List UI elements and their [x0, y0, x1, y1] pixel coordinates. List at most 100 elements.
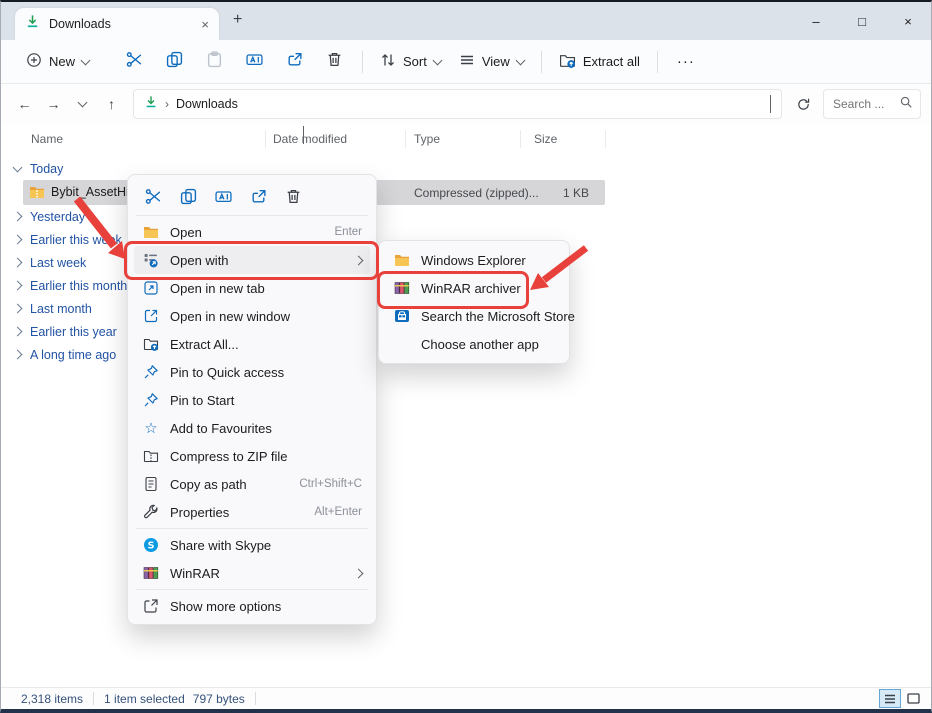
- column-header-size[interactable]: Size: [534, 132, 557, 146]
- menu-item-properties[interactable]: Properties Alt+Enter: [134, 498, 370, 526]
- column-header-type[interactable]: Type: [414, 132, 440, 146]
- menu-item-winrar[interactable]: WinRAR: [134, 559, 370, 587]
- breadcrumb[interactable]: Downloads: [176, 97, 238, 111]
- winrar-icon: [393, 280, 411, 296]
- refresh-button[interactable]: [790, 91, 817, 118]
- folder-icon: [142, 224, 160, 240]
- menu-item-share-with-skype[interactable]: S Share with Skype: [134, 531, 370, 559]
- menu-shortcut: Ctrl+Shift+C: [299, 478, 362, 490]
- share-button[interactable]: [241, 181, 276, 211]
- open-new-window-icon: [142, 308, 160, 324]
- status-bar: 2,318 items 1 item selected 797 bytes: [1, 687, 931, 709]
- chevron-collapsed-icon: [13, 304, 23, 314]
- menu-item-pin-to-start[interactable]: Pin to Start: [134, 386, 370, 414]
- menu-item-pin-to-quick-access[interactable]: Pin to Quick access: [134, 358, 370, 386]
- command-toolbar: New Sort View: [1, 40, 931, 84]
- up-button[interactable]: ↑: [98, 91, 125, 118]
- copy-as-path-icon: [142, 476, 160, 492]
- menu-item-compress-to-zip[interactable]: Compress to ZIP file: [134, 442, 370, 470]
- new-tab-button[interactable]: +: [233, 11, 242, 29]
- delete-button[interactable]: [276, 181, 311, 211]
- share-icon: [286, 51, 303, 73]
- rename-button[interactable]: [234, 45, 274, 79]
- rename-button[interactable]: [206, 181, 241, 211]
- paste-icon: [206, 51, 223, 73]
- download-icon: [144, 95, 158, 114]
- group-label: Earlier this week: [30, 233, 122, 247]
- forward-button[interactable]: →: [40, 91, 67, 118]
- recent-locations-button[interactable]: [69, 91, 96, 118]
- view-button[interactable]: View: [450, 45, 533, 79]
- file-size: 1 KB: [511, 186, 589, 200]
- view-lines-icon: [459, 52, 475, 71]
- large-icons-view-toggle[interactable]: [903, 690, 923, 707]
- submenu-item-search-microsoft-store[interactable]: Search the Microsoft Store: [385, 302, 563, 330]
- menu-item-add-to-favourites[interactable]: ☆ Add to Favourites: [134, 414, 370, 442]
- quick-actions-row: [132, 179, 372, 213]
- menu-item-label: Pin to Start: [170, 393, 362, 408]
- sort-button[interactable]: Sort: [371, 45, 450, 79]
- tab-title: Downloads: [49, 17, 192, 31]
- maximize-button[interactable]: □: [839, 2, 885, 40]
- submenu-item-winrar-archiver[interactable]: WinRAR archiver: [385, 274, 563, 302]
- chevron-collapsed-icon: [13, 258, 23, 268]
- explorer-tab[interactable]: Downloads ×: [15, 8, 219, 40]
- menu-item-extract-all[interactable]: Extract All...: [134, 330, 370, 358]
- column-separator[interactable]: [265, 130, 266, 148]
- selected-count: 1 item selected: [104, 692, 185, 706]
- new-button[interactable]: New: [17, 45, 98, 79]
- menu-item-label: Properties: [170, 505, 306, 520]
- delete-button[interactable]: [314, 45, 354, 79]
- chevron-down-icon: [78, 98, 88, 108]
- cut-button[interactable]: [114, 45, 154, 79]
- zip-compress-icon: [142, 448, 160, 464]
- breadcrumb-separator: ›: [165, 97, 169, 111]
- menu-item-open[interactable]: Open Enter: [134, 218, 370, 246]
- address-dropdown-button[interactable]: [770, 95, 771, 113]
- column-separator[interactable]: [605, 130, 606, 148]
- menu-item-show-more-options[interactable]: Show more options: [134, 592, 370, 620]
- cut-button[interactable]: [136, 181, 171, 211]
- column-separator[interactable]: [405, 130, 406, 148]
- column-header-date-modified[interactable]: Date modified: [273, 132, 347, 146]
- back-button[interactable]: ←: [11, 91, 38, 118]
- menu-item-open-with[interactable]: Open with: [134, 246, 370, 274]
- copy-button[interactable]: [154, 45, 194, 79]
- winrar-icon: [142, 565, 160, 581]
- chevron-collapsed-icon: [13, 235, 23, 245]
- scissors-icon: [145, 188, 162, 205]
- svg-text:S: S: [148, 540, 155, 551]
- column-separator[interactable]: [520, 130, 521, 148]
- see-more-button[interactable]: ···: [666, 45, 706, 79]
- minimize-button[interactable]: –: [793, 2, 839, 40]
- context-menu: Open Enter Open with Open in new tab Ope…: [127, 174, 377, 625]
- extract-all-button[interactable]: Extract all: [550, 45, 649, 79]
- items-count: 2,318 items: [21, 692, 83, 706]
- menu-item-label: Copy as path: [170, 477, 291, 492]
- submenu-item-label: Search the Microsoft Store: [421, 309, 575, 324]
- menu-item-open-in-new-tab[interactable]: Open in new tab: [134, 274, 370, 302]
- share-button[interactable]: [274, 45, 314, 79]
- close-button[interactable]: ×: [885, 2, 931, 40]
- tab-close-icon[interactable]: ×: [201, 18, 209, 31]
- menu-item-label: Open with: [170, 253, 355, 268]
- download-icon: [25, 14, 40, 34]
- search-input[interactable]: [831, 96, 895, 112]
- status-separator: [255, 692, 256, 705]
- submenu-item-label: Choose another app: [421, 337, 539, 352]
- chevron-down-icon: [515, 55, 525, 65]
- skype-icon: S: [142, 537, 160, 553]
- submenu-item-choose-another-app[interactable]: Choose another app: [385, 330, 563, 358]
- menu-item-label: WinRAR: [170, 566, 355, 581]
- menu-item-copy-as-path[interactable]: Copy as path Ctrl+Shift+C: [134, 470, 370, 498]
- details-view-toggle[interactable]: [880, 690, 900, 707]
- paste-button[interactable]: [194, 45, 234, 79]
- column-header-name[interactable]: Name: [31, 132, 63, 146]
- menu-item-open-in-new-window[interactable]: Open in new window: [134, 302, 370, 330]
- group-label: Yesterday: [30, 210, 85, 224]
- menu-item-label: Add to Favourites: [170, 421, 362, 436]
- chevron-collapsed-icon: [13, 212, 23, 222]
- address-box[interactable]: › Downloads: [133, 89, 782, 119]
- copy-button[interactable]: [171, 181, 206, 211]
- submenu-item-windows-explorer[interactable]: Windows Explorer: [385, 246, 563, 274]
